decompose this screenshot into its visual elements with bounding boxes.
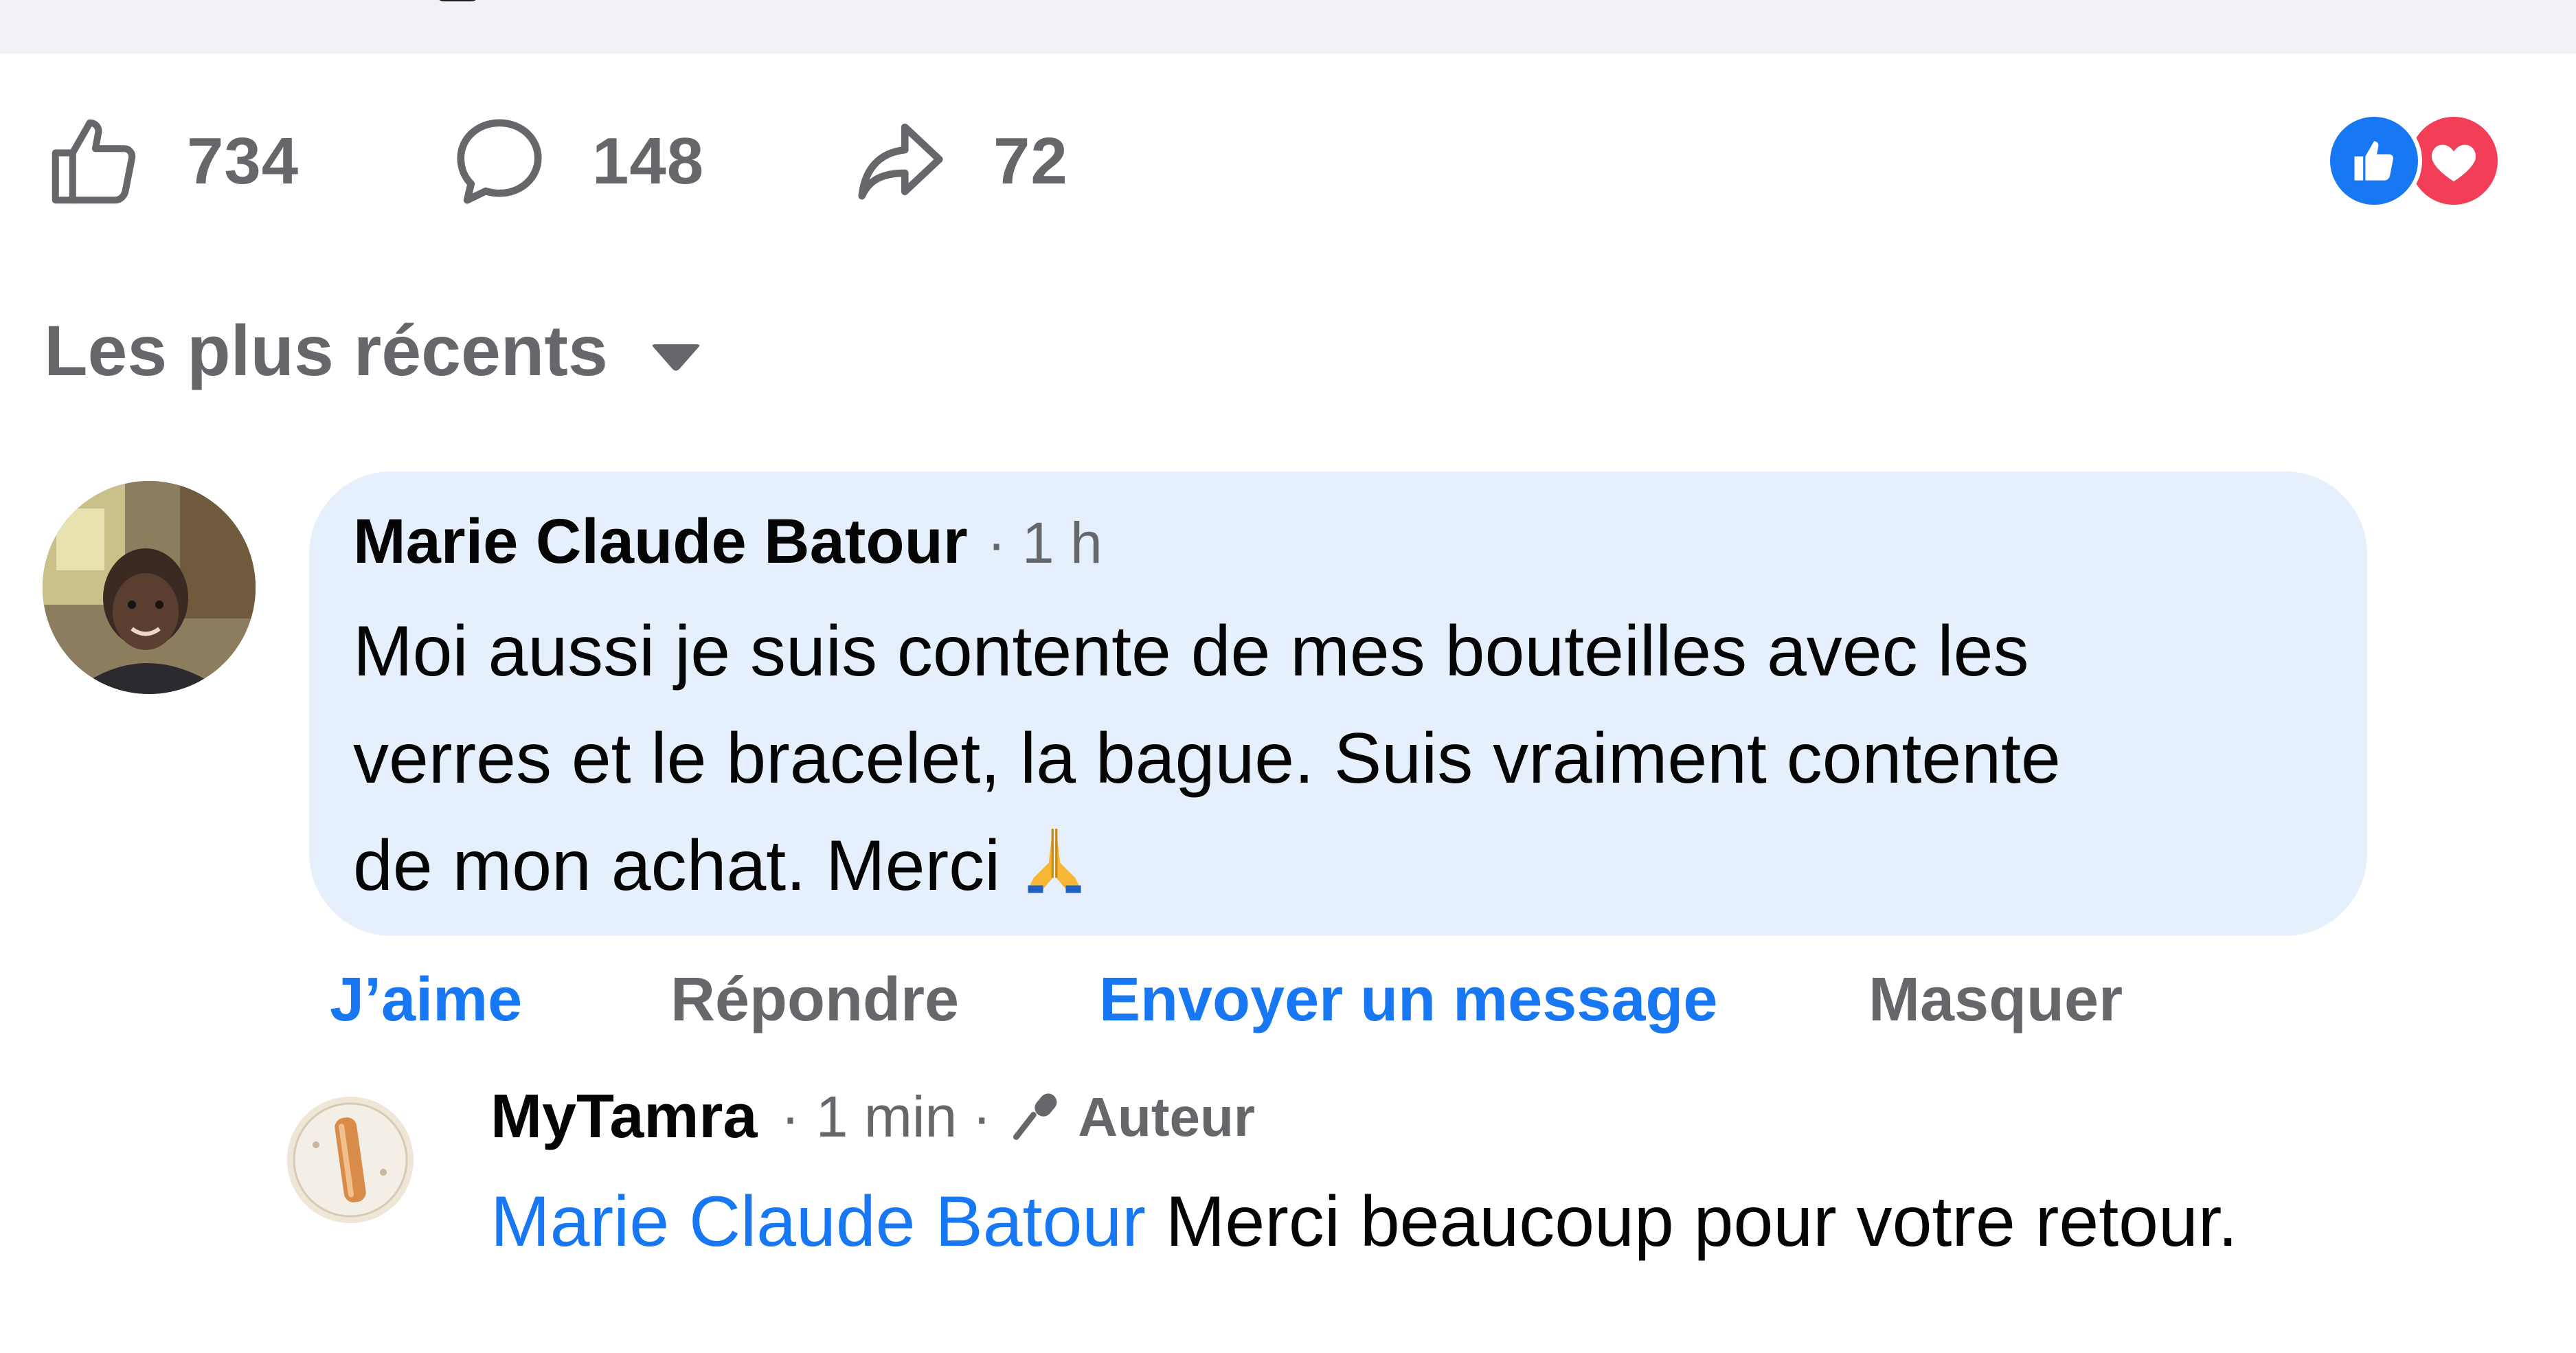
- caret-down-icon: [652, 344, 700, 370]
- hide-comment-button[interactable]: Masquer: [1868, 965, 2123, 1036]
- reply-message: Merci beaucoup pour votre retour.: [1145, 1182, 2238, 1262]
- reply-button[interactable]: Répondre: [670, 965, 959, 1036]
- sort-label: Les plus récents: [44, 311, 608, 391]
- folded-hands-emoji: [1017, 819, 1092, 926]
- like-comment-button[interactable]: J’aime: [330, 965, 522, 1036]
- reply-text: Marie Claude Batour Merci beaucoup pour …: [490, 1168, 2345, 1275]
- mention-link[interactable]: Marie Claude Batour: [490, 1182, 1146, 1262]
- reply-timestamp[interactable]: · 1 min: [780, 1084, 957, 1150]
- comment-text: Moi aussi je suis contente de mes boutei…: [353, 598, 2345, 926]
- like-reaction-icon: [2326, 113, 2422, 209]
- like-count-button[interactable]: 734: [43, 103, 299, 220]
- comment-sort-dropdown[interactable]: Les plus récents: [44, 311, 701, 392]
- reply-header: MyTamra · 1 min · Auteur: [490, 1082, 1255, 1152]
- comment-text-line: Moi aussi je suis contente de mes boutei…: [353, 612, 2029, 691]
- comment-text-line: de mon achat. Merci: [353, 812, 2345, 926]
- reply-author[interactable]: MyTamra: [490, 1082, 757, 1152]
- avatar[interactable]: [43, 481, 256, 694]
- share-count-button[interactable]: 72: [849, 103, 1068, 220]
- comment-text-line: verres et le bracelet, la bague. Suis vr…: [353, 719, 2061, 798]
- comment-author[interactable]: Marie Claude Batour: [353, 506, 968, 578]
- share-arrow-icon: [858, 123, 943, 200]
- thumbs-up-icon: [52, 119, 136, 204]
- author-badge: Auteur: [1078, 1086, 1255, 1148]
- comment-timestamp[interactable]: · 1 h: [987, 510, 1103, 577]
- comment-count-button[interactable]: 148: [448, 103, 704, 220]
- send-message-button[interactable]: Envoyer un message: [1099, 965, 1717, 1036]
- post-header-text-fragment: [436, 0, 479, 1]
- post-header-strip: [0, 0, 2576, 54]
- comment-count: 148: [592, 124, 705, 198]
- microphone-icon: [1013, 1093, 1057, 1140]
- separator-dot: ·: [972, 1084, 992, 1149]
- share-count: 72: [993, 124, 1068, 198]
- avatar[interactable]: [287, 1097, 414, 1223]
- like-count: 734: [187, 124, 300, 198]
- comment-header: Marie Claude Batour · 1 h: [353, 506, 1103, 578]
- comment-bubble-icon: [457, 119, 542, 204]
- reaction-summary[interactable]: [2326, 110, 2525, 213]
